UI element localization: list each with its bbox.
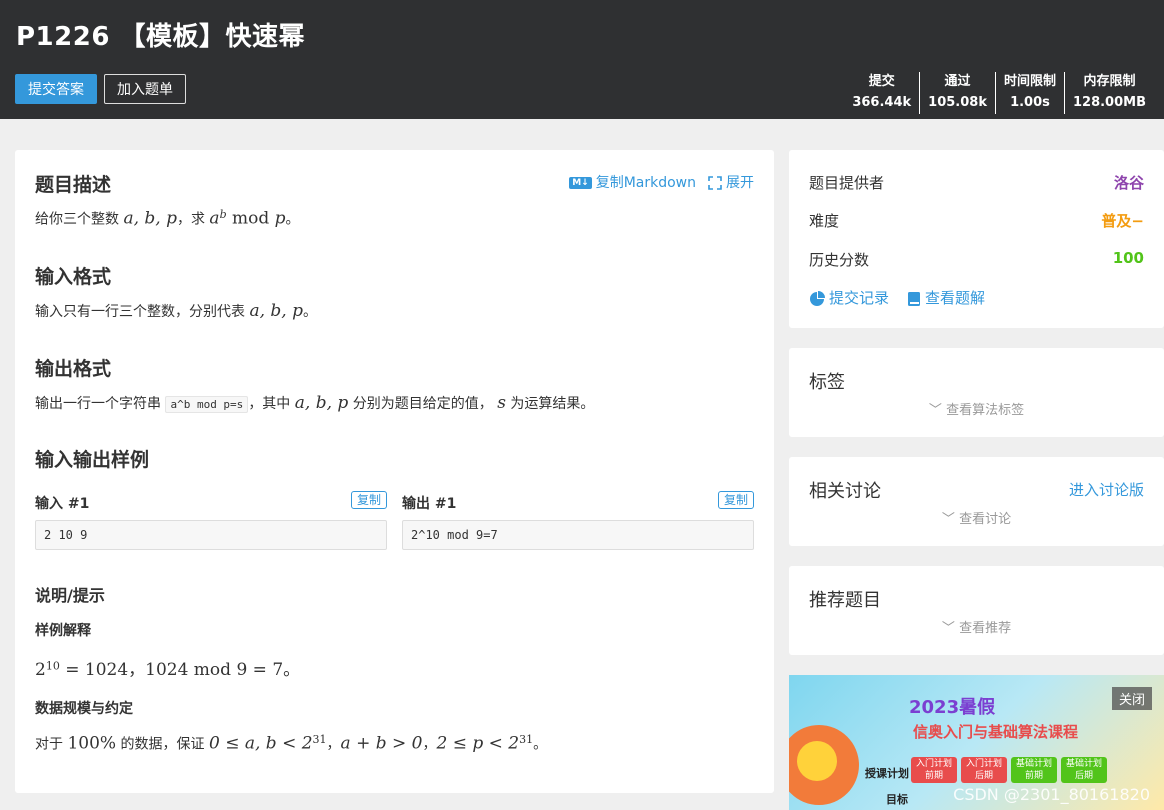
score-value: 100 bbox=[1112, 249, 1144, 267]
submission-records-link[interactable]: 提交记录 bbox=[809, 287, 889, 308]
problem-statement-card: M↓ 复制Markdown 展开 题目描述 给你三个整数 a, b, p，求 ab… bbox=[15, 150, 774, 793]
limits-heading: 数据规模与约定 bbox=[35, 701, 133, 717]
watermark: CSDN @2301_80161820 bbox=[953, 785, 1150, 804]
discussion-card: 相关讨论 进入讨论版 ﹀ 查看讨论 bbox=[789, 457, 1164, 546]
ad-headline: 2023暑假 bbox=[909, 697, 996, 718]
ad-banner[interactable]: 2023暑假 信奥入门与基础算法课程 授课计划 入门计划 前期 入门计划 后期 … bbox=[789, 675, 1164, 810]
recommend-card: 推荐题目 ﹀ 查看推荐 bbox=[789, 566, 1164, 655]
ad-chip: 基础计划 前期 bbox=[1011, 757, 1057, 783]
chevron-down-icon: ﹀ bbox=[941, 621, 960, 636]
submit-answer-button[interactable]: 提交答案 bbox=[15, 74, 97, 104]
sample-input-label: 输入 #1 bbox=[35, 496, 90, 512]
problem-title: P1226 【模板】快速幂 bbox=[16, 22, 305, 52]
enter-discussion-link[interactable]: 进入讨论版 bbox=[1069, 479, 1144, 500]
sample-output-box[interactable]: 2^10 mod 9=7 bbox=[402, 520, 754, 550]
problem-header: P1226 【模板】快速幂 提交答案 加入题单 提交 366.44k 通过 10… bbox=[0, 0, 1164, 119]
ad-plan-label: 授课计划 bbox=[865, 767, 909, 780]
view-discussion-toggle[interactable]: ﹀ 查看讨论 bbox=[789, 508, 1164, 527]
provider-row: 题目提供者 洛谷 bbox=[809, 172, 1144, 193]
difficulty-badge: 普及− bbox=[1101, 212, 1144, 230]
copy-markdown-link[interactable]: M↓ 复制Markdown bbox=[569, 172, 696, 192]
copy-sample-output-button[interactable]: 复制 bbox=[718, 491, 755, 509]
description-text: 给你三个整数 a, b, p，求 ab mod p。 bbox=[35, 208, 300, 229]
score-row: 历史分数 100 bbox=[809, 249, 1144, 269]
stat-accepted: 通过 105.08k bbox=[919, 72, 995, 114]
chevron-down-icon: ﹀ bbox=[928, 403, 947, 418]
problem-stats: 提交 366.44k 通过 105.08k 时间限制 1.00s 内存限制 12… bbox=[844, 72, 1154, 114]
input-format-heading: 输入格式 bbox=[35, 266, 112, 288]
output-format-code: a^b mod p=s bbox=[165, 396, 249, 413]
markdown-icon: M↓ bbox=[569, 177, 592, 189]
add-to-list-button[interactable]: 加入题单 bbox=[104, 74, 186, 104]
difficulty-row: 难度 普及− bbox=[809, 212, 1144, 230]
stat-memory-limit: 内存限制 128.00MB bbox=[1063, 72, 1154, 114]
ad-chip: 入门计划 后期 bbox=[961, 757, 1007, 783]
tags-title: 标签 bbox=[809, 372, 845, 393]
ad-chip: 基础计划 后期 bbox=[1061, 757, 1107, 783]
discussion-title: 相关讨论 bbox=[809, 481, 881, 502]
sample-input-box[interactable]: 2 10 9 bbox=[35, 520, 387, 550]
info-links: 提交记录 查看题解 bbox=[809, 287, 985, 308]
ad-close-button[interactable]: 关闭 bbox=[1111, 687, 1152, 710]
output-format-heading: 输出格式 bbox=[35, 358, 112, 380]
ad-chip: 入门计划 前期 bbox=[911, 757, 957, 783]
output-format-text: 输出一行一个字符串 a^b mod p=s ，其中 a, b, p 分别为题目给定… bbox=[35, 393, 595, 413]
hint-heading: 说明/提示 bbox=[35, 586, 105, 605]
view-tags-toggle[interactable]: ﹀ 查看算法标签 bbox=[789, 399, 1164, 418]
input-format-text: 输入只有一行三个整数，分别代表 a, b, p。 bbox=[35, 301, 317, 321]
pie-chart-icon bbox=[810, 290, 825, 306]
problem-info-card: 题目提供者 洛谷 难度 普及− 历史分数 100 提交记录 查看题解 bbox=[789, 150, 1164, 328]
view-recommend-toggle[interactable]: ﹀ 查看推荐 bbox=[789, 617, 1164, 636]
samples-heading: 输入输出样例 bbox=[35, 449, 150, 471]
chevron-down-icon: ﹀ bbox=[941, 512, 960, 527]
sample-output-label: 输出 #1 bbox=[402, 496, 457, 512]
limits-text: 对于 100% 的数据，保证 0 ≤ a, b < 231，a + b > 0，… bbox=[35, 733, 548, 754]
explain-text: 210 = 1024，1024 mod 9 = 7。 bbox=[35, 659, 301, 680]
expand-link[interactable]: 展开 bbox=[708, 172, 754, 192]
book-icon bbox=[908, 291, 921, 306]
recommend-title: 推荐题目 bbox=[809, 590, 881, 611]
stat-submissions: 提交 366.44k bbox=[852, 74, 912, 110]
description-heading: 题目描述 bbox=[35, 174, 112, 196]
statement-actions: M↓ 复制Markdown 展开 bbox=[569, 172, 754, 192]
ad-subline: 信奥入门与基础算法课程 bbox=[913, 723, 1079, 741]
explain-heading: 样例解释 bbox=[35, 623, 91, 639]
expand-icon bbox=[708, 176, 722, 190]
view-solutions-link[interactable]: 查看题解 bbox=[907, 287, 985, 308]
stat-time-limit: 时间限制 1.00s bbox=[994, 72, 1064, 114]
provider-link[interactable]: 洛谷 bbox=[1114, 172, 1144, 193]
ad-goal-label: 目标 bbox=[886, 793, 908, 806]
star-icon bbox=[797, 741, 837, 781]
copy-sample-input-button[interactable]: 复制 bbox=[351, 491, 388, 509]
tags-card: 标签 ﹀ 查看算法标签 bbox=[789, 348, 1164, 437]
